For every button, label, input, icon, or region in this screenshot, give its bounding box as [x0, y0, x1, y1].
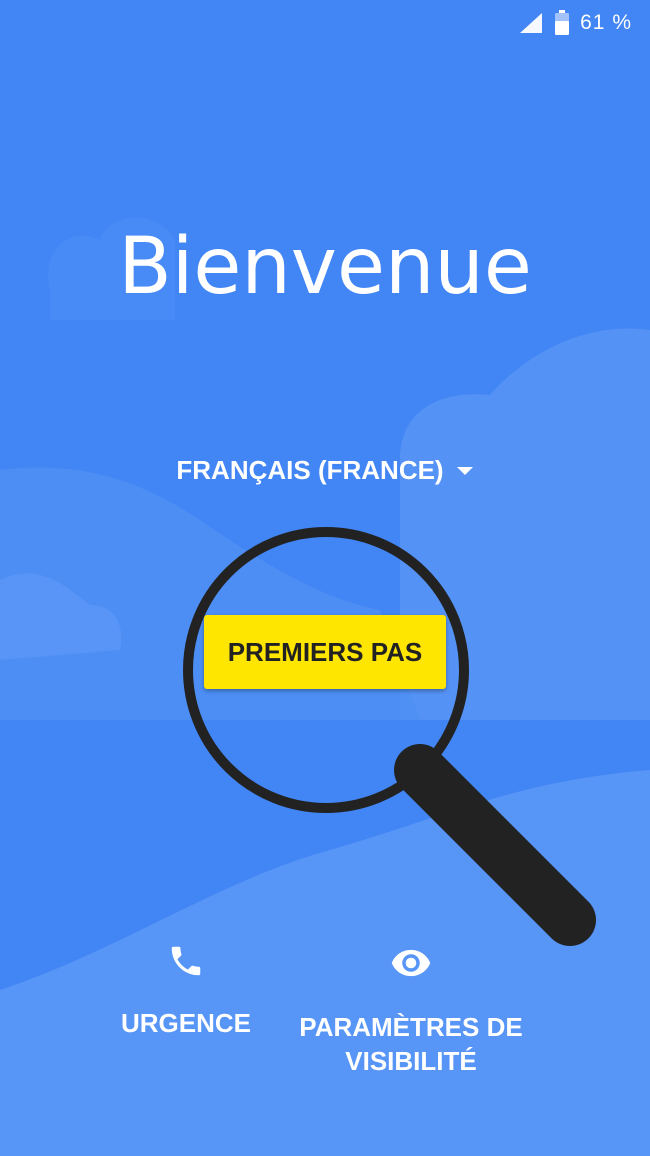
- battery-percentage: 61 %: [580, 11, 632, 34]
- emergency-label: URGENCE: [120, 1008, 251, 1038]
- language-selector[interactable]: FRANÇAIS (FRANCE): [0, 455, 650, 486]
- emergency-button[interactable]: URGENCE: [106, 942, 266, 1040]
- eye-icon: [391, 949, 431, 977]
- status-bar: 61 %: [0, 0, 650, 46]
- accessibility-settings-button[interactable]: PARAMÈTRES DE VISIBILITÉ: [286, 942, 536, 1078]
- dropdown-arrow-icon: [456, 466, 473, 475]
- welcome-title: Bienvenue: [118, 222, 532, 312]
- signal-icon: [520, 13, 543, 33]
- language-label: FRANÇAIS (FRANCE): [176, 455, 444, 485]
- accessibility-label-line2: VISIBILITÉ: [345, 1046, 477, 1076]
- accessibility-label-line1: PARAMÈTRES DE: [299, 1012, 523, 1042]
- phone-icon: [171, 946, 201, 976]
- get-started-button[interactable]: PREMIERS PAS: [204, 615, 446, 689]
- battery-icon: [555, 10, 570, 35]
